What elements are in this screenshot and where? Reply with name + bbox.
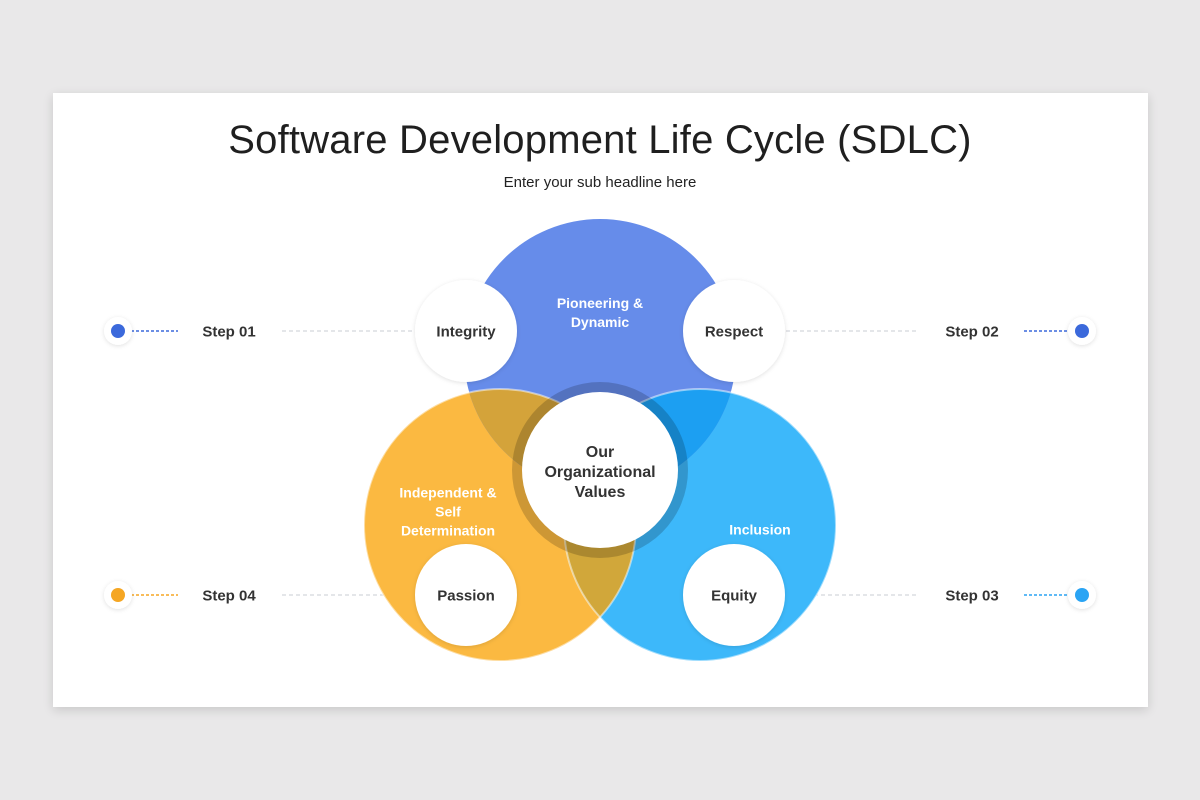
step01-label: Step 01	[202, 323, 256, 341]
step03-dot	[1075, 588, 1089, 602]
integrity-label: Integrity	[436, 323, 496, 341]
right-petal-line1: Inclusion	[729, 521, 791, 538]
step04-label: Step 04	[202, 587, 256, 605]
step02-label: Step 02	[945, 323, 999, 341]
left-petal-line2: Self	[435, 503, 461, 520]
center-label-line2: Organizational	[544, 464, 656, 481]
left-petal-line3: Determination	[400, 522, 496, 539]
step02-dot	[1075, 324, 1089, 338]
values-diagram	[104, 219, 1096, 662]
top-petal-label: Pioneering & Dynamic	[535, 294, 665, 332]
equity-label: Equity	[711, 587, 757, 605]
step04-dot	[111, 588, 125, 602]
left-petal-label: Independent & Self Determination	[383, 484, 513, 541]
right-petal-label: Inclusion	[695, 521, 825, 540]
step01-dot	[111, 324, 125, 338]
passion-label: Passion	[437, 587, 495, 605]
respect-label: Respect	[704, 323, 764, 341]
center-label-line1: Our	[585, 444, 615, 461]
left-petal-line1: Independent &	[399, 484, 497, 501]
step03-label: Step 03	[945, 587, 999, 605]
center-label: Our Organizational Values	[530, 443, 670, 503]
center-label-line3: Values	[574, 484, 626, 501]
top-petal-line2: Dynamic	[570, 314, 630, 330]
top-petal-line1: Pioneering &	[556, 295, 644, 311]
